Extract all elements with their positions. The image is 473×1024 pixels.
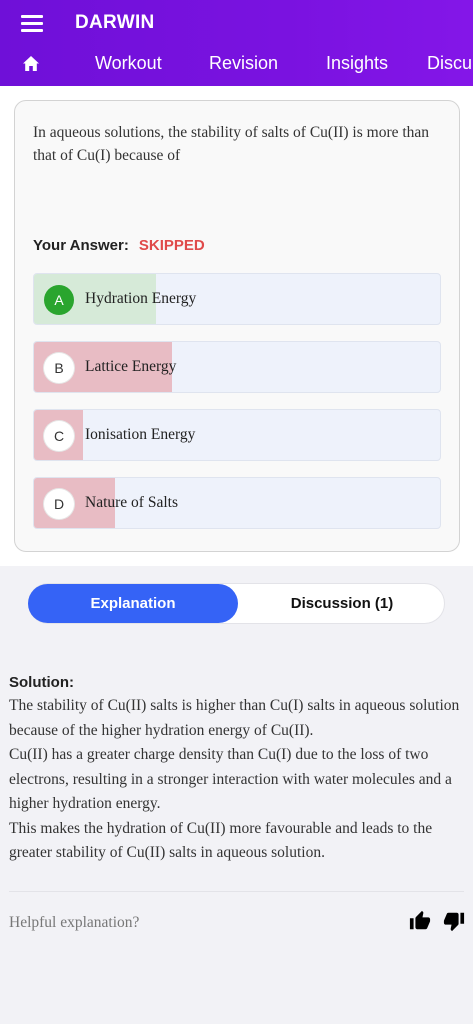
nav-revision[interactable]: Revision (209, 53, 278, 74)
app-title: DARWIN (75, 12, 155, 33)
nav-discussion[interactable]: Discu (427, 53, 472, 74)
option-d[interactable]: D Nature of Salts (33, 477, 441, 529)
solution-paragraph: This makes the hydration of Cu(II) more … (9, 819, 433, 862)
option-a-letter: A (44, 285, 74, 315)
option-a-text: Hydration Energy (85, 290, 197, 307)
feedback-row: Helpful explanation? (0, 892, 473, 952)
question-card: In aqueous solutions, the stability of s… (14, 100, 460, 552)
option-c[interactable]: C Ionisation Energy (33, 409, 441, 461)
feedback-prompt: Helpful explanation? (9, 914, 140, 931)
thumbs-up-icon[interactable] (409, 910, 431, 932)
thumbs-down-icon[interactable] (443, 910, 465, 932)
solution-paragraph: Cu(II) has a greater charge density than… (9, 746, 452, 812)
solution-paragraph: The stability of Cu(II) salts is higher … (9, 697, 460, 739)
question-text: In aqueous solutions, the stability of s… (33, 124, 430, 164)
solution-body: The stability of Cu(II) salts is higher … (9, 694, 469, 866)
option-b[interactable]: B Lattice Energy (33, 341, 441, 393)
your-answer-status: SKIPPED (138, 237, 205, 254)
app-header: DARWIN Workout Revision Insights Discu (0, 0, 473, 86)
nav-workout[interactable]: Workout (95, 53, 162, 74)
solution-section: Solution: The stability of Cu(II) salts … (0, 652, 473, 890)
solution-heading: Solution: (9, 674, 74, 691)
option-d-text: Nature of Salts (85, 494, 178, 511)
hamburger-icon[interactable] (21, 15, 43, 32)
option-b-letter: B (44, 353, 74, 383)
option-b-text: Lattice Energy (85, 358, 177, 375)
question-area: In aqueous solutions, the stability of s… (0, 86, 473, 566)
nav-insights[interactable]: Insights (326, 53, 388, 74)
tab-explanation[interactable]: Explanation (28, 584, 238, 623)
tab-discussion[interactable]: Discussion (1) (238, 584, 446, 623)
home-icon[interactable] (22, 55, 40, 72)
option-c-text: Ionisation Energy (85, 426, 196, 443)
your-answer-label: Your Answer: (33, 237, 129, 254)
tabs-area: Explanation Discussion (1) (0, 566, 473, 652)
explanation-tabs: Explanation Discussion (1) (28, 583, 445, 624)
option-d-letter: D (44, 489, 74, 519)
option-c-letter: C (44, 421, 74, 451)
bottom-background (0, 952, 473, 1024)
option-a[interactable]: A Hydration Energy (33, 273, 441, 325)
your-answer-row: Your Answer: SKIPPED (33, 237, 205, 254)
